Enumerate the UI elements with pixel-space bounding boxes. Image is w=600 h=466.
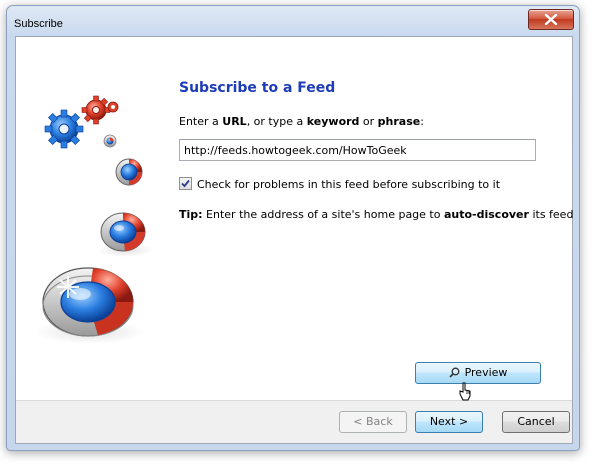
- url-instruction: Enter a URL, or type a keyword or phrase…: [179, 115, 424, 128]
- button-bar-divider: [16, 400, 572, 401]
- instruction-text: :: [420, 115, 424, 128]
- check-problems-option[interactable]: Check for problems in this feed before s…: [179, 177, 500, 191]
- window-title: Subscribe: [14, 18, 63, 30]
- instruction-keyword: keyword: [306, 115, 360, 128]
- close-icon: [544, 14, 558, 25]
- page-title: Subscribe to a Feed: [179, 80, 336, 96]
- preview-label: Preview: [464, 366, 508, 379]
- dialog-client-area: Subscribe to a Feed Enter a URL, or type…: [15, 36, 573, 444]
- subscribe-dialog: Subscribe Subscribe to a Feed Enter a UR…: [6, 5, 580, 451]
- check-problems-checkbox[interactable]: [179, 177, 192, 190]
- large-sphere-icon: [35, 267, 145, 344]
- instruction-phrase: phrase: [377, 115, 421, 128]
- check-problems-label: Check for problems in this feed before s…: [197, 178, 501, 191]
- instruction-text: Enter a: [179, 115, 223, 128]
- magnifier-icon: [449, 367, 460, 378]
- instruction-text: or: [359, 115, 378, 128]
- red-gear-icon: [81, 95, 111, 125]
- title-bar[interactable]: Subscribe: [7, 6, 579, 36]
- tip-text: Tip: Enter the address of a site's home …: [179, 208, 573, 221]
- close-button[interactable]: [528, 9, 574, 30]
- mouse-pointer-icon: [459, 382, 471, 401]
- wizard-page: Subscribe to a Feed Enter a URL, or type…: [16, 37, 573, 400]
- instruction-text: , or type a: [246, 115, 307, 128]
- tip-emphasis: auto-discover: [443, 208, 529, 221]
- tip-body: Enter the address of a site's home page …: [202, 208, 444, 221]
- tip-body-end: its feed: [528, 208, 574, 221]
- rss-gears-illustration: [35, 95, 153, 344]
- cancel-button[interactable]: Cancel: [502, 411, 570, 433]
- next-button[interactable]: Next >: [415, 411, 483, 433]
- tip-label: Tip:: [179, 208, 203, 221]
- back-button[interactable]: < Back: [339, 411, 407, 433]
- instruction-url: URL: [222, 115, 247, 128]
- checkmark-icon: [181, 179, 190, 188]
- preview-button[interactable]: Preview: [415, 362, 541, 384]
- feed-url-input[interactable]: [179, 139, 536, 161]
- blue-gear-icon: [44, 109, 84, 149]
- small-red-gear-icon: [107, 101, 119, 113]
- small-sphere-icon: [115, 158, 143, 186]
- medium-sphere-icon: [97, 212, 153, 257]
- tiny-sphere-icon: [103, 134, 117, 148]
